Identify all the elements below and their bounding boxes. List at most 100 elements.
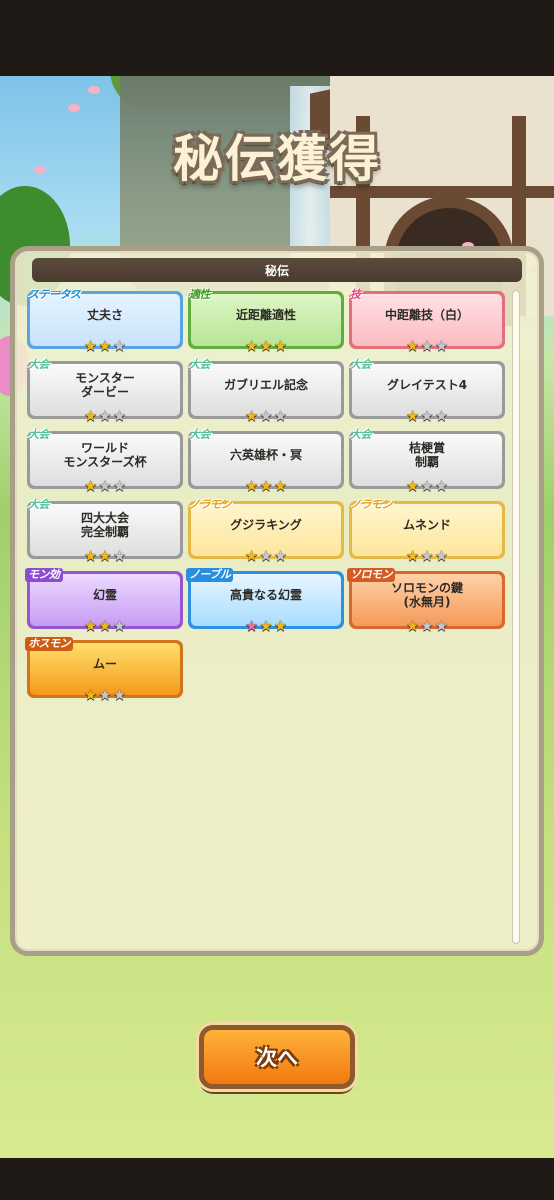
secret-card[interactable]: ノーブル 高貴なる幻霊 ★ ★ ★ [186, 568, 344, 634]
petal [88, 86, 100, 94]
star-rating: ★ ★ ★ [349, 409, 505, 424]
secret-name: ガブリエル記念 [223, 378, 308, 392]
secret-card[interactable]: 大会 モンスター ダービー ★ ★ ★ [27, 358, 183, 424]
star-empty-icon: ★ [112, 337, 127, 355]
star-rating: ★ ★ ★ [349, 479, 505, 494]
secret-card[interactable]: 大会 六英雄杯・冥 ★ ★ ★ [188, 428, 344, 494]
secret-name: モンスター ダービー [75, 371, 135, 399]
star-filled-icon: ★ [273, 337, 288, 355]
star-rating: ★ ★ ★ [188, 549, 344, 564]
star-empty-icon: ★ [273, 407, 288, 425]
star-filled-icon: ★ [83, 337, 98, 355]
star-rating: ★ ★ ★ [27, 619, 183, 634]
star-rating: ★ ★ ★ [27, 409, 183, 424]
star-rating: ★ ★ ★ [27, 339, 183, 354]
secret-card[interactable]: 大会 グレイテスト4 ★ ★ ★ [349, 358, 505, 424]
secret-name: 中距離技（白） [384, 308, 469, 322]
secret-card[interactable]: ソロモン ソロモンの鍵 (水無月) ★ ★ ★ [347, 568, 505, 634]
secret-name: ワールド モンスターズ杯 [63, 441, 147, 469]
star-empty-icon: ★ [112, 407, 127, 425]
secret-card[interactable]: ノラモン ムネンド ★ ★ ★ [349, 498, 505, 564]
star-empty-icon: ★ [434, 407, 449, 425]
star-filled-icon: ★ [405, 477, 420, 495]
star-empty-icon: ★ [259, 547, 273, 565]
star-filled-icon: ★ [83, 477, 98, 495]
star-empty-icon: ★ [98, 686, 112, 704]
star-filled-icon: ★ [244, 407, 259, 425]
next-button-label: 次へ [256, 1046, 298, 1070]
star-rating: ★ ★ ★ [27, 549, 183, 564]
star-rating: ★ ★ ★ [27, 688, 183, 703]
secret-name: 六英雄杯・冥 [229, 448, 302, 462]
star-filled-icon: ★ [244, 617, 259, 635]
star-empty-icon: ★ [420, 337, 434, 355]
star-filled-icon: ★ [259, 617, 273, 635]
star-filled-icon: ★ [405, 337, 420, 355]
secret-name: 近距離適性 [235, 308, 296, 322]
star-empty-icon: ★ [420, 547, 434, 565]
secret-card[interactable]: 適性 近距離適性 ★ ★ ★ [188, 288, 344, 354]
star-filled-icon: ★ [83, 686, 98, 704]
star-rating: ★ ★ ★ [349, 619, 505, 634]
screen-title: 秘伝獲得 [173, 129, 381, 188]
secret-name: ムネンド [402, 518, 451, 532]
star-filled-icon: ★ [273, 617, 288, 635]
star-filled-icon: ★ [83, 617, 98, 635]
star-filled-icon: ★ [259, 477, 273, 495]
star-filled-icon: ★ [405, 407, 420, 425]
star-empty-icon: ★ [98, 477, 112, 495]
star-filled-icon: ★ [273, 477, 288, 495]
secret-name: 高貴なる幻霊 [229, 588, 302, 602]
panel-header-label: 秘伝 [264, 263, 289, 278]
star-empty-icon: ★ [112, 686, 127, 704]
secret-card[interactable]: ホスモン ムー ★ ★ ★ [25, 637, 183, 703]
star-filled-icon: ★ [244, 337, 259, 355]
star-empty-icon: ★ [420, 617, 434, 635]
secret-name: ソロモンの鍵 (水無月) [390, 581, 463, 609]
petal [68, 104, 80, 112]
star-rating: ★ ★ ★ [188, 619, 344, 634]
star-filled-icon: ★ [98, 547, 112, 565]
scrollbar-thumb[interactable] [512, 290, 520, 944]
star-rating: ★ ★ ★ [188, 339, 344, 354]
secret-name: 幻霊 [92, 588, 117, 602]
secret-name: 四大大会 完全制覇 [80, 511, 129, 539]
star-empty-icon: ★ [434, 477, 449, 495]
secret-card[interactable]: モン効 幻霊 ★ ★ ★ [25, 568, 183, 634]
star-empty-icon: ★ [420, 477, 434, 495]
secret-name: グレイテスト4 [386, 378, 468, 392]
secret-card[interactable]: 大会 桔梗賞 制覇 ★ ★ ★ [349, 428, 505, 494]
secret-card[interactable]: 大会 四大大会 完全制覇 ★ ★ ★ [27, 498, 183, 564]
star-empty-icon: ★ [434, 337, 449, 355]
star-rating: ★ ★ ★ [27, 479, 183, 494]
star-rating: ★ ★ ★ [188, 479, 344, 494]
star-filled-icon: ★ [259, 337, 273, 355]
star-filled-icon: ★ [98, 337, 112, 355]
star-filled-icon: ★ [405, 547, 420, 565]
secret-card[interactable]: ノラモン グジラキング ★ ★ ★ [188, 498, 344, 564]
star-empty-icon: ★ [273, 547, 288, 565]
star-filled-icon: ★ [83, 407, 98, 425]
secret-name: 桔梗賞 制覇 [408, 441, 445, 469]
next-button[interactable]: 次へ [199, 1025, 355, 1089]
star-filled-icon: ★ [83, 547, 98, 565]
secret-card[interactable]: 大会 ワールド モンスターズ杯 ★ ★ ★ [27, 428, 183, 494]
star-empty-icon: ★ [259, 407, 273, 425]
top-letterbox [0, 0, 554, 76]
bottom-letterbox [0, 1158, 554, 1200]
secret-name: ムー [92, 657, 117, 671]
star-filled-icon: ★ [244, 477, 259, 495]
star-empty-icon: ★ [98, 407, 112, 425]
secret-card[interactable]: 大会 ガブリエル記念 ★ ★ ★ [188, 358, 344, 424]
star-rating: ★ ★ ★ [349, 339, 505, 354]
star-filled-icon: ★ [244, 547, 259, 565]
secret-name: グジラキング [230, 518, 302, 532]
star-empty-icon: ★ [434, 547, 449, 565]
secret-card[interactable]: ステータス 丈夫さ ★ ★ ★ [27, 288, 183, 354]
star-empty-icon: ★ [434, 617, 449, 635]
star-rating: ★ ★ ★ [349, 549, 505, 564]
secret-card[interactable]: 技中距離技（白） ★ ★ ★ [349, 288, 505, 354]
star-rating: ★ ★ ★ [188, 409, 344, 424]
star-filled-icon: ★ [405, 617, 420, 635]
panel-header: 秘伝 [32, 258, 522, 282]
